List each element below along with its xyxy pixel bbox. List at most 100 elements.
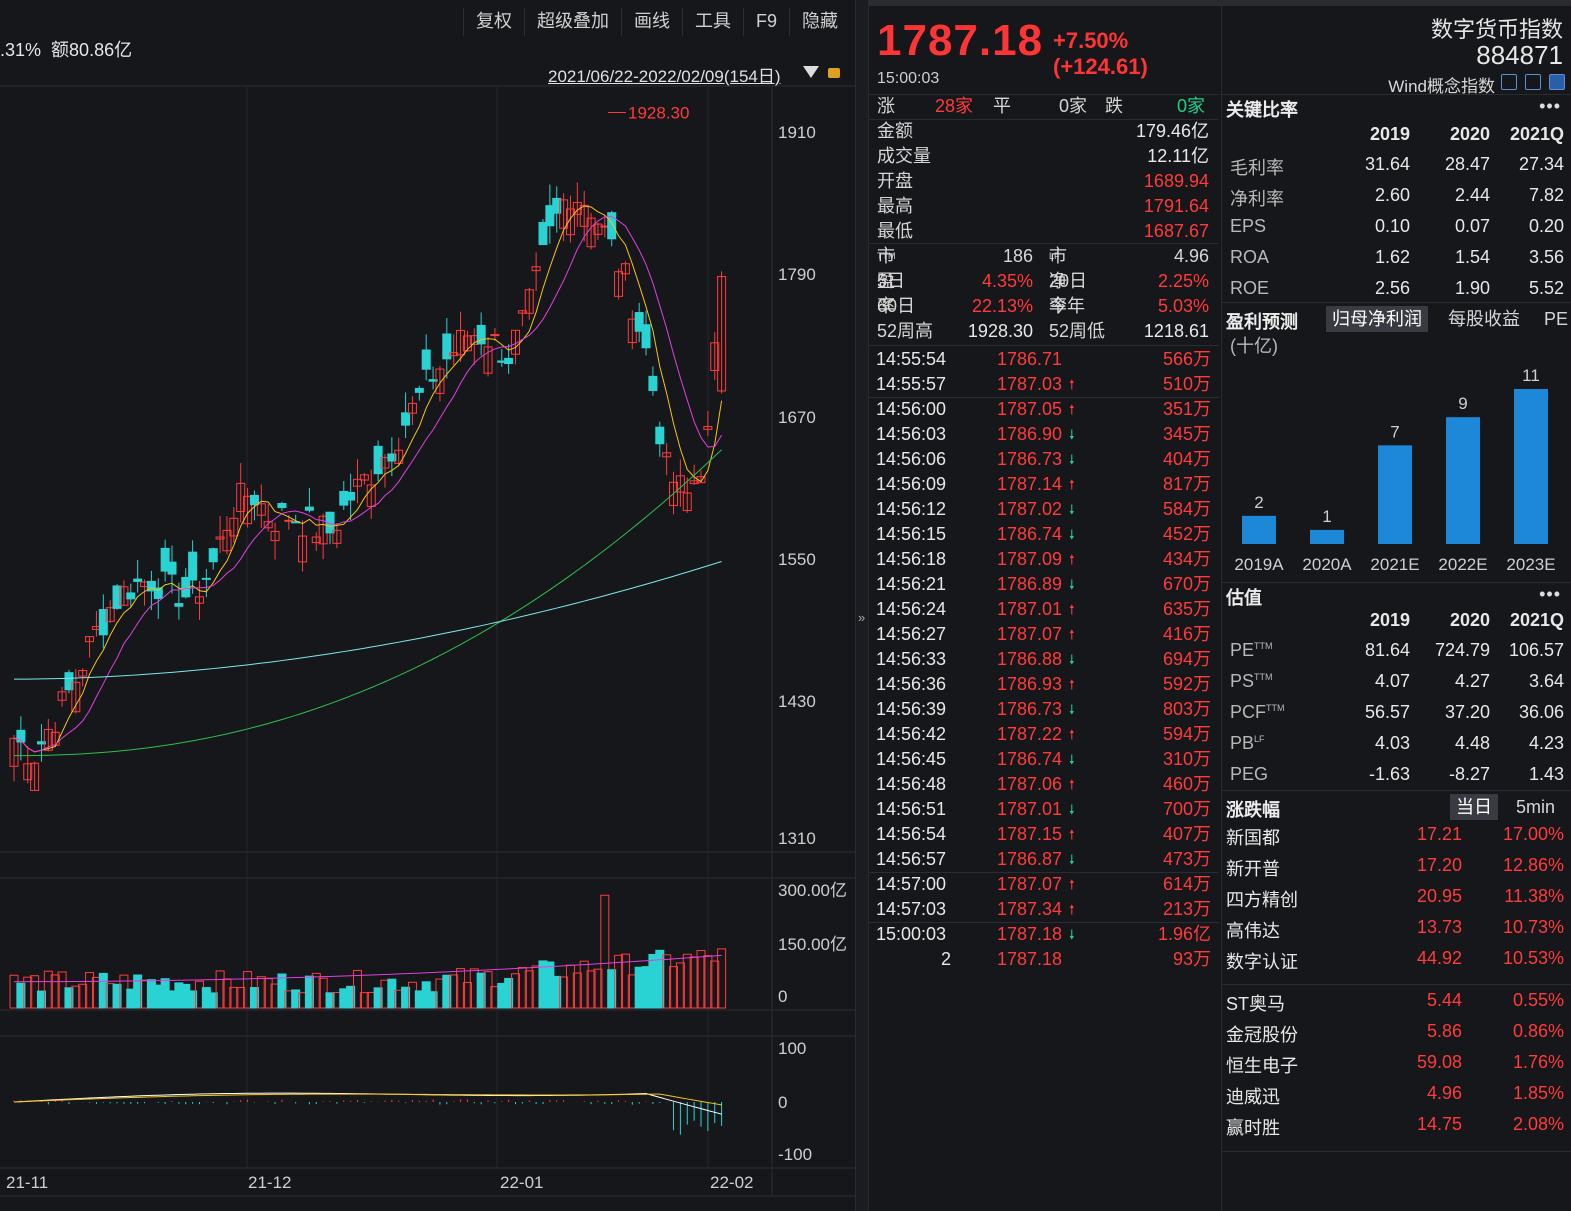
add-icon[interactable] bbox=[1549, 74, 1565, 90]
tick-time: 14:56:42 bbox=[876, 724, 947, 744]
tick-price: 1786.89 bbox=[997, 574, 1063, 594]
macd-axis-label: 0 bbox=[778, 1093, 787, 1112]
forecast-bar bbox=[1514, 389, 1548, 544]
row-value: 4.07 bbox=[1374, 671, 1410, 691]
arrow-down-icon: 🠗 bbox=[1069, 527, 1075, 542]
mover-row[interactable]: 新开普 17.20 12.86% bbox=[1222, 853, 1571, 883]
tick-volume: 670万 bbox=[1162, 574, 1211, 594]
valuation-more-icon[interactable]: ••• bbox=[1539, 584, 1561, 605]
table-row: 净利率 2.60 2.44 7.82 bbox=[1222, 183, 1571, 214]
toolbar-btn-2[interactable]: 画线 bbox=[620, 8, 682, 36]
expand-icon[interactable]: » bbox=[858, 610, 865, 625]
row-value: 36.06 bbox=[1518, 702, 1564, 722]
candle bbox=[414, 385, 424, 401]
key-ratio-more-icon[interactable]: ••• bbox=[1539, 96, 1561, 117]
mover-row[interactable]: 恒生电子 59.08 1.76% bbox=[1222, 1050, 1571, 1080]
tick-volume: 452万 bbox=[1162, 524, 1211, 544]
last-price: 1787.18 bbox=[877, 16, 1044, 65]
movers-tab-today[interactable]: 当日 bbox=[1450, 794, 1498, 820]
tick-volume: 817万 bbox=[1162, 474, 1211, 494]
toolbar-btn-1[interactable]: 超级叠加 bbox=[523, 8, 621, 36]
mover-row[interactable]: 金冠股份 5.86 0.86% bbox=[1222, 1019, 1571, 1049]
forecast-tab-0[interactable]: 归母净利润 bbox=[1326, 306, 1428, 332]
tick-row: 14:56:51 1787.01 🠗 700万 bbox=[869, 797, 1219, 822]
row-label-text: PB bbox=[1230, 733, 1255, 753]
tick-price: 1787.03 bbox=[997, 374, 1063, 394]
field-value: 1791.64 bbox=[1143, 196, 1209, 216]
info-panel: 数字货币指数 884871 Wind概念指数 关键比率 ••• 2019 2020… bbox=[1221, 6, 1571, 1211]
forecast-bar-value: 2 bbox=[1254, 493, 1263, 512]
candle bbox=[304, 488, 314, 513]
tick-price: 1787.15 bbox=[997, 824, 1063, 844]
chart-toolbar: 复权 超级叠加 画线 工具 F9 隐藏 bbox=[462, 8, 850, 36]
row-value: 5.52 bbox=[1528, 278, 1564, 298]
movers-tab-5min[interactable]: 5min bbox=[1510, 794, 1561, 820]
date-range[interactable]: 2021/06/22-2022/02/09(154日) bbox=[548, 62, 781, 87]
ytd-label: 今年 bbox=[1049, 296, 1085, 316]
stat-pct: .31% bbox=[0, 40, 42, 60]
mover-price: 20.95 bbox=[1416, 886, 1462, 906]
tick-price: 1787.22 bbox=[997, 724, 1063, 744]
mover-name: 四方精创 bbox=[1226, 890, 1298, 910]
tick-price: 1786.74 bbox=[997, 524, 1063, 544]
mover-row[interactable]: 新国都 17.21 17.00% bbox=[1222, 822, 1571, 852]
candle bbox=[298, 520, 308, 572]
tick-price: 1787.01 bbox=[997, 599, 1063, 619]
forecast-tab-2[interactable]: PE bbox=[1538, 306, 1571, 332]
tick-price: 1787.09 bbox=[997, 549, 1063, 569]
table-row: ROA 1.62 1.54 3.56 bbox=[1222, 245, 1571, 276]
arrow-up-icon: 🠕 bbox=[1069, 877, 1075, 892]
tick-row: 14:57:03 1787.34 🠕 213万 bbox=[869, 897, 1219, 922]
toolbar-btn-0[interactable]: 复权 bbox=[462, 8, 524, 36]
tick-volume: 694万 bbox=[1162, 649, 1211, 669]
field-label: 成交量 bbox=[877, 146, 931, 166]
panel-splitter[interactable]: » bbox=[855, 0, 869, 1211]
tick-time: 14:56:48 bbox=[876, 774, 947, 794]
row-value: 4.03 bbox=[1374, 733, 1410, 753]
toolbar-btn-3[interactable]: 工具 bbox=[681, 8, 743, 36]
row-label: ROA bbox=[1230, 247, 1269, 268]
toolbar-btn-5[interactable]: 隐藏 bbox=[789, 8, 850, 36]
row-label: 毛利率 bbox=[1230, 154, 1284, 180]
forecast-bar-label: 2022E bbox=[1438, 555, 1487, 574]
quote-field-row: 开盘 1689.94 bbox=[869, 169, 1219, 194]
mover-row[interactable]: 高伟达 13.73 10.73% bbox=[1222, 915, 1571, 945]
row-label-text: ROE bbox=[1230, 278, 1270, 298]
edit-icon[interactable] bbox=[1501, 74, 1517, 90]
candle bbox=[194, 580, 204, 620]
mover-row[interactable]: 迪威迅 4.96 1.85% bbox=[1222, 1081, 1571, 1111]
mover-pct: 17.00% bbox=[1502, 824, 1564, 844]
window-icon[interactable] bbox=[1525, 74, 1541, 90]
lock-icon[interactable] bbox=[828, 68, 840, 78]
mover-pct: 0.55% bbox=[1512, 990, 1564, 1010]
pb-value: 4.96 bbox=[1173, 246, 1209, 266]
tick-price: 1787.34 bbox=[997, 899, 1063, 919]
arrow-up-icon: 🠕 bbox=[1069, 727, 1075, 742]
range-dropdown-icon[interactable] bbox=[803, 66, 819, 78]
forecast-tab-1[interactable]: 每股收益 bbox=[1442, 306, 1526, 332]
arrow-down-icon: 🠗 bbox=[1069, 802, 1075, 817]
mover-pct: 0.86% bbox=[1512, 1021, 1564, 1041]
table-row: PCFTTM 56.57 37.20 36.06 bbox=[1222, 700, 1571, 731]
toolbar-btn-4[interactable]: F9 bbox=[742, 8, 789, 36]
mover-row[interactable]: ST奥马 5.44 0.55% bbox=[1222, 988, 1571, 1018]
header-cell: 2019 bbox=[1369, 610, 1410, 630]
row-value: 0.07 bbox=[1454, 216, 1490, 236]
mover-row[interactable]: 四方精创 20.95 11.38% bbox=[1222, 884, 1571, 914]
tick-time: 14:56:15 bbox=[876, 524, 947, 544]
tick-row: 14:57:00 1787.07 🠕 614万 bbox=[869, 872, 1219, 897]
header-cell: 2020 bbox=[1449, 124, 1490, 144]
quote-field-row: 成交量 12.11亿 bbox=[869, 144, 1219, 169]
kline-panel[interactable]: 1910 1790 1670 1550 1430 1310 1928.30 300.00亿 15… bbox=[0, 0, 856, 1211]
tick-volume: 351万 bbox=[1162, 399, 1211, 419]
row-label: PBLF bbox=[1230, 733, 1265, 754]
tick-time: 14:56:00 bbox=[876, 399, 947, 419]
volume-bars bbox=[9, 894, 727, 1009]
candle bbox=[421, 334, 431, 381]
kline-chart[interactable]: 1910 1790 1670 1550 1430 1310 1928.30 300.00亿 15… bbox=[0, 0, 856, 1211]
key-ratio-title: 关键比率 bbox=[1226, 100, 1298, 120]
mover-row[interactable]: 数字认证 44.92 10.53% bbox=[1222, 946, 1571, 976]
tick-volume: 213万 bbox=[1162, 899, 1211, 919]
mover-row[interactable]: 赢时胜 14.75 2.08% bbox=[1222, 1112, 1571, 1142]
arrow-up-icon: 🠕 bbox=[1069, 477, 1075, 492]
